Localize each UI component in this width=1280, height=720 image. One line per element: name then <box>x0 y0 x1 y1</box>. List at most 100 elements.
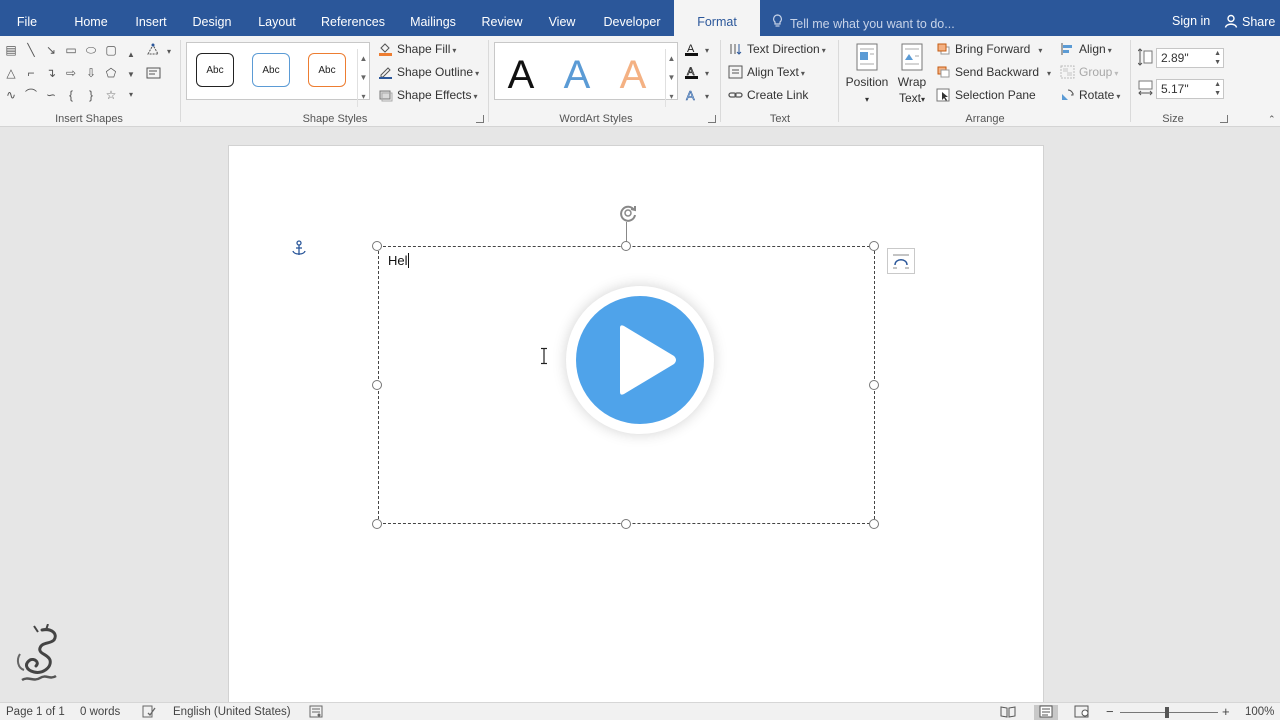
rounded-rectangle-shape-icon[interactable]: ▢ <box>104 43 118 57</box>
shape-fill-button[interactable]: Shape Fill ▾ <box>378 40 456 58</box>
wordart-launcher-icon[interactable] <box>708 115 716 123</box>
resize-handle-bottom-left[interactable] <box>372 519 382 529</box>
shape-effects-button[interactable]: Shape Effects ▾ <box>378 86 478 104</box>
tab-mailings[interactable]: Mailings <box>402 0 464 36</box>
tell-me-search[interactable]: Tell me what you want to do... <box>772 14 955 32</box>
scroll-up-icon[interactable]: ▲ <box>666 49 677 68</box>
layout-options-button[interactable] <box>887 248 915 274</box>
zoom-slider-track[interactable] <box>1120 712 1218 713</box>
wrap-text-button[interactable]: Wrap Text▾ <box>894 42 930 108</box>
align-text-button[interactable]: Align Text ▾ <box>728 63 805 81</box>
zoom-in-icon[interactable]: + <box>1222 705 1230 719</box>
text-fill-button[interactable]: A ▾ <box>684 40 709 58</box>
arrow-line-shape-icon[interactable]: ↘ <box>44 43 58 57</box>
tab-review[interactable]: Review <box>476 0 528 36</box>
triangle-shape-icon[interactable]: △ <box>4 66 18 80</box>
arc-shape-icon[interactable]: ⌒ <box>24 88 38 102</box>
star-shape-icon[interactable]: ☆ <box>104 88 118 102</box>
zoom-level[interactable]: 100% <box>1245 705 1274 720</box>
tab-file[interactable]: File <box>8 0 46 36</box>
text-direction-button[interactable]: Text Direction ▾ <box>728 40 826 58</box>
resize-handle-left[interactable] <box>372 380 382 390</box>
sign-in-link[interactable]: Sign in <box>1172 14 1210 28</box>
share-button[interactable]: Share <box>1224 14 1275 29</box>
down-arrow-shape-icon[interactable]: ⇩ <box>84 66 98 80</box>
wordart-preset-blue[interactable]: A <box>557 51 597 99</box>
macro-recording-icon[interactable] <box>309 705 323 720</box>
tab-insert[interactable]: Insert <box>126 0 176 36</box>
resize-handle-bottom-right[interactable] <box>869 519 879 529</box>
tab-design[interactable]: Design <box>186 0 238 36</box>
elbow-arrow-shape-icon[interactable]: ↴ <box>44 66 58 80</box>
proofing-icon[interactable] <box>142 705 156 720</box>
word-count[interactable]: 0 words <box>80 705 120 720</box>
rotation-handle-icon[interactable] <box>616 201 640 225</box>
group-button[interactable]: Group ▾ <box>1060 63 1118 81</box>
resize-handle-bottom[interactable] <box>621 519 631 529</box>
position-button[interactable]: Position ▾ <box>844 42 890 108</box>
pentagon-shape-icon[interactable]: ⬠ <box>104 66 118 80</box>
shape-styles-launcher-icon[interactable] <box>476 115 484 123</box>
shape-outline-button[interactable]: Shape Outline ▾ <box>378 63 479 81</box>
tab-view[interactable]: View <box>540 0 584 36</box>
resize-handle-top[interactable] <box>621 241 631 251</box>
language-indicator[interactable]: English (United States) <box>173 705 291 720</box>
print-layout-icon[interactable] <box>1034 705 1058 720</box>
selection-pane-button[interactable]: Selection Pane <box>936 86 1036 104</box>
gallery-more-icon[interactable]: ▾ <box>124 88 138 102</box>
freeform-shape-icon[interactable]: ∿ <box>4 88 18 102</box>
zoom-out-icon[interactable]: − <box>1106 705 1114 719</box>
page-count[interactable]: Page 1 of 1 <box>6 705 65 720</box>
more-styles-icon[interactable]: ▾ <box>666 87 677 106</box>
tab-references[interactable]: References <box>316 0 390 36</box>
align-button[interactable]: Align ▾ <box>1060 40 1112 58</box>
edit-shape-button[interactable]: ▾ <box>146 41 171 59</box>
wordart-preset-black[interactable]: A <box>501 51 541 99</box>
tab-home[interactable]: Home <box>66 0 116 36</box>
tab-developer[interactable]: Developer <box>596 0 668 36</box>
curve-shape-icon[interactable]: ∽ <box>44 88 58 102</box>
resize-handle-top-right[interactable] <box>869 241 879 251</box>
shape-styles-gallery[interactable]: Abc Abc Abc ▲ ▼ ▾ <box>186 42 370 107</box>
left-brace-shape-icon[interactable]: { <box>64 88 78 102</box>
rotate-button[interactable]: Rotate ▾ <box>1060 86 1120 104</box>
gallery-scroll-down-icon[interactable]: ▼ <box>124 68 138 82</box>
right-brace-shape-icon[interactable]: } <box>84 88 98 102</box>
text-outline-button[interactable]: A ▾ <box>684 63 709 81</box>
video-play-button[interactable] <box>566 286 714 434</box>
text-box-shape-icon[interactable]: ▤ <box>4 43 18 57</box>
shape-style-preset-blue[interactable]: Abc <box>252 53 290 87</box>
text-box-content[interactable]: Hel <box>388 253 409 268</box>
oval-shape-icon[interactable]: ⬭ <box>84 43 98 57</box>
shape-width-input[interactable]: 5.17" ▲ ▼ <box>1156 79 1224 99</box>
zoom-slider-thumb[interactable] <box>1165 707 1169 718</box>
scroll-up-icon[interactable]: ▲ <box>358 49 369 68</box>
resize-handle-top-left[interactable] <box>372 241 382 251</box>
shape-height-input[interactable]: 2.89" ▲ ▼ <box>1156 48 1224 68</box>
text-effects-button[interactable]: A ▾ <box>684 86 709 104</box>
shape-style-preset-black[interactable]: Abc <box>196 53 234 87</box>
shapes-gallery[interactable]: ▤ ╲ ↘ ▭ ⬭ ▢ △ ⌐ ↴ ⇨ ⇩ ⬠ ∿ ⌒ ∽ { } ☆ ▲ ▼ … <box>4 42 138 104</box>
scroll-down-icon[interactable]: ▼ <box>666 68 677 87</box>
more-styles-icon[interactable]: ▾ <box>358 87 369 106</box>
size-launcher-icon[interactable] <box>1220 115 1228 123</box>
scroll-down-icon[interactable]: ▼ <box>358 68 369 87</box>
wordart-preset-orange[interactable]: A <box>613 51 653 99</box>
line-shape-icon[interactable]: ╲ <box>24 43 38 57</box>
rectangle-shape-icon[interactable]: ▭ <box>64 43 78 57</box>
resize-handle-right[interactable] <box>869 380 879 390</box>
shape-style-preset-orange[interactable]: Abc <box>308 53 346 87</box>
send-backward-button[interactable]: Send Backward ▾ <box>936 63 1051 81</box>
tab-layout[interactable]: Layout <box>250 0 304 36</box>
elbow-connector-shape-icon[interactable]: ⌐ <box>24 66 38 80</box>
web-layout-icon[interactable] <box>1074 705 1090 720</box>
wordart-styles-gallery[interactable]: A A A ▲ ▼ ▾ <box>494 42 678 107</box>
create-link-button[interactable]: Create Link <box>728 86 808 104</box>
gallery-scroll-up-icon[interactable]: ▲ <box>124 48 138 62</box>
draw-text-box-button[interactable] <box>146 64 165 82</box>
collapse-ribbon-icon[interactable]: ⌃ <box>1268 110 1276 128</box>
tab-format[interactable]: Format <box>674 0 760 36</box>
width-spinner-icon[interactable]: ▲ ▼ <box>1214 80 1221 98</box>
right-arrow-shape-icon[interactable]: ⇨ <box>64 66 78 80</box>
read-mode-icon[interactable] <box>1000 705 1016 720</box>
